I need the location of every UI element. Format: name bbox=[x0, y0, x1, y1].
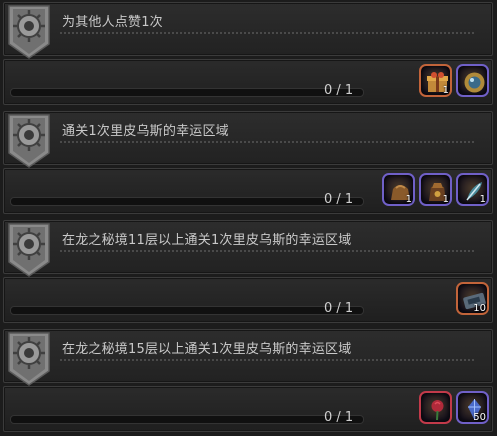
progress-bar bbox=[10, 197, 364, 206]
quest-row: 为其他人点赞1次 0 / 1 1 bbox=[0, 0, 497, 109]
reward-list: 10 bbox=[456, 282, 489, 315]
reward-quantity: 10 bbox=[473, 303, 486, 314]
reward-quantity: 50 bbox=[473, 412, 486, 423]
reward-slot[interactable]: 1 bbox=[419, 64, 452, 97]
divider bbox=[60, 32, 474, 34]
quest-emblem-icon bbox=[7, 222, 51, 278]
reward-slot[interactable]: 50 bbox=[456, 391, 489, 424]
reward-list: 1 1 1 bbox=[382, 173, 489, 206]
reward-slot[interactable] bbox=[456, 64, 489, 97]
quest-progress-panel: 0 / 1 1 bbox=[3, 59, 493, 105]
quest-row: 在龙之秘境11层以上通关1次里皮乌斯的幸运区域 0 / 1 10 bbox=[0, 218, 497, 327]
quest-row: 在龙之秘境15层以上通关1次里皮乌斯的幸运区域 0 / 1 50 bbox=[0, 327, 497, 436]
quest-title-panel: 在龙之秘境15层以上通关1次里皮乌斯的幸运区域 bbox=[3, 329, 493, 383]
quest-title-panel: 为其他人点赞1次 bbox=[3, 2, 493, 56]
quest-title-panel: 通关1次里皮乌斯的幸运区域 bbox=[3, 111, 493, 165]
quest-emblem-icon bbox=[7, 4, 51, 60]
progress-count: 0 / 1 bbox=[324, 83, 354, 98]
quest-progress-panel: 0 / 1 10 bbox=[3, 277, 493, 323]
progress-count: 0 / 1 bbox=[324, 301, 354, 316]
orb-icon bbox=[464, 72, 485, 93]
reward-list: 50 bbox=[419, 391, 489, 424]
quest-emblem-icon bbox=[7, 331, 51, 387]
quest-title: 在龙之秘境15层以上通关1次里皮乌斯的幸运区域 bbox=[62, 342, 352, 357]
reward-slot[interactable] bbox=[419, 391, 452, 424]
quest-progress-panel: 0 / 1 1 1 1 bbox=[3, 168, 493, 214]
reward-quantity: 1 bbox=[405, 194, 412, 205]
quest-title: 在龙之秘境11层以上通关1次里皮乌斯的幸运区域 bbox=[62, 233, 352, 248]
quest-emblem-icon bbox=[7, 113, 51, 169]
progress-count: 0 / 1 bbox=[324, 192, 354, 207]
quest-title: 通关1次里皮乌斯的幸运区域 bbox=[62, 124, 229, 139]
reward-slot[interactable]: 1 bbox=[419, 173, 452, 206]
reward-quantity: 1 bbox=[479, 194, 486, 205]
progress-count: 0 / 1 bbox=[324, 410, 354, 425]
progress-bar bbox=[10, 415, 364, 424]
quest-title: 为其他人点赞1次 bbox=[62, 15, 163, 30]
progress-bar bbox=[10, 88, 364, 97]
reward-slot[interactable]: 1 bbox=[456, 173, 489, 206]
divider bbox=[60, 141, 474, 143]
rose-icon bbox=[431, 400, 444, 421]
reward-slot[interactable]: 1 bbox=[382, 173, 415, 206]
progress-bar bbox=[10, 306, 364, 315]
reward-quantity: 1 bbox=[442, 194, 449, 205]
quest-progress-panel: 0 / 1 50 bbox=[3, 386, 493, 432]
reward-slot[interactable]: 10 bbox=[456, 282, 489, 315]
quest-title-panel: 在龙之秘境11层以上通关1次里皮乌斯的幸运区域 bbox=[3, 220, 493, 274]
divider bbox=[60, 250, 474, 252]
reward-quantity: 1 bbox=[442, 85, 449, 96]
divider bbox=[60, 359, 474, 361]
quest-row: 通关1次里皮乌斯的幸运区域 0 / 1 1 1 1 bbox=[0, 109, 497, 218]
reward-list: 1 bbox=[419, 64, 489, 97]
